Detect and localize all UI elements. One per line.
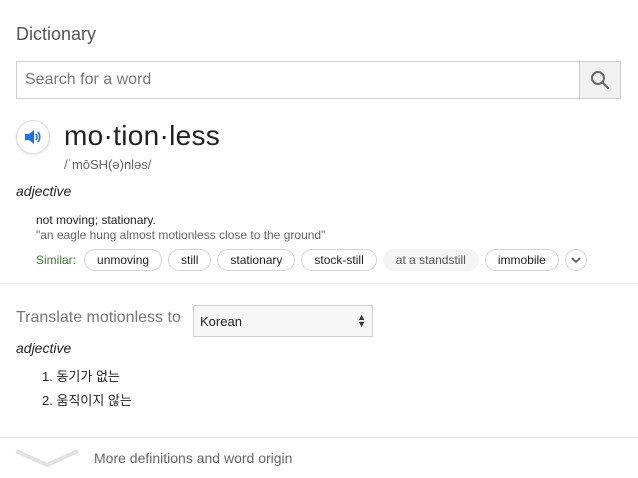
similar-chip-stock-still[interactable]: stock-still	[301, 249, 377, 271]
definition: not moving; stationary.	[36, 213, 156, 227]
chevron-down-icon	[571, 257, 581, 263]
similar-label: Similar:	[36, 253, 77, 267]
part-of-speech: adjective	[16, 183, 72, 199]
translation-item: 2. 움직이지 않는	[42, 393, 132, 408]
search-icon	[591, 71, 610, 90]
search-bar	[16, 61, 621, 99]
translation-item: 1. 동기가 없는	[42, 369, 120, 384]
select-arrows-icon: ▲ ▼	[357, 312, 366, 329]
similar-chip-immobile[interactable]: immobile	[484, 249, 559, 271]
expand-similar-button[interactable]	[564, 249, 587, 271]
more-definitions-label: More definitions and word origin	[94, 450, 293, 466]
similar-chip-at-a-standstill[interactable]: at a standstill	[382, 249, 479, 271]
translation-part-of-speech: adjective	[16, 340, 72, 356]
section-divider	[0, 283, 638, 284]
pronunciation-button[interactable]	[16, 120, 50, 154]
footer-divider	[0, 437, 638, 438]
phonetic-spelling: /ˈmōSH(ə)nləs/	[64, 157, 152, 172]
similar-words-row: Similar: unmoving still stationary stock…	[36, 249, 587, 271]
search-button[interactable]	[579, 62, 620, 98]
example-sentence: "an eagle hung almost motionless close t…	[36, 228, 326, 242]
card-title: Dictionary	[16, 24, 97, 44]
language-select-value: Korean	[200, 313, 242, 329]
similar-chip-unmoving[interactable]: unmoving	[84, 249, 163, 271]
translate-label: Translate motionless to	[16, 309, 181, 326]
headword: mo·tion·less	[64, 120, 221, 151]
dictionary-card: Dictionary mo·tion·less /ˈmōSH(ə)nləs/ a…	[0, 0, 638, 478]
chevron-down-icon	[15, 449, 79, 468]
language-select[interactable]: Korean ▲ ▼	[193, 305, 373, 337]
similar-chip-still[interactable]: still	[168, 249, 212, 271]
more-definitions-link[interactable]: More definitions and word origin	[0, 439, 638, 477]
search-input[interactable]	[17, 62, 579, 98]
speaker-icon	[25, 130, 41, 144]
similar-chip-stationary[interactable]: stationary	[217, 249, 296, 271]
